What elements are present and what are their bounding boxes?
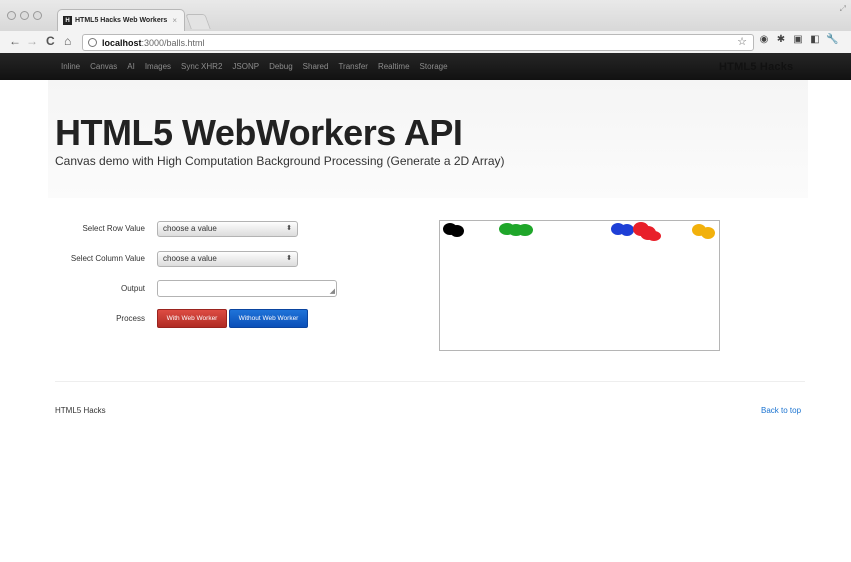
browser-toolbar: ← → C ⌂ localhost:3000/balls.html ☆ ◉ ✱ … [0, 31, 851, 54]
ball-green [499, 223, 533, 236]
favicon-icon: H [63, 16, 72, 25]
url-path: :3000/balls.html [141, 37, 205, 48]
site-navbar: Inline Canvas AI Images Sync XHR2 JSONP … [0, 53, 851, 80]
nav-link-storage[interactable]: Storage [420, 62, 448, 71]
back-icon[interactable]: ← [9, 34, 21, 48]
ball-blue [611, 223, 634, 236]
ball-black [443, 223, 464, 237]
window-controls[interactable] [7, 11, 42, 20]
page-info-icon[interactable] [88, 38, 97, 47]
column-value-label: Select Column Value [70, 254, 145, 263]
balls-canvas[interactable] [439, 220, 720, 351]
page-subtitle: Canvas demo with High Computation Backgr… [55, 154, 505, 168]
url-host: localhost [102, 37, 142, 48]
column-value-select[interactable]: choose a value ⬍ [157, 251, 298, 267]
select-arrows-icon: ⬍ [286, 225, 292, 232]
canvas-drawing [443, 222, 715, 241]
browser-tab[interactable]: H HTML5 Hacks Web Workers × [57, 9, 185, 31]
nav-link-debug[interactable]: Debug [269, 62, 293, 71]
row-value-label: Select Row Value [82, 224, 145, 233]
extension-puzzle-icon[interactable]: ✱ [775, 34, 787, 46]
nav-link-transfer[interactable]: Transfer [338, 62, 368, 71]
ball-yellow [692, 224, 715, 239]
nav-link-canvas[interactable]: Canvas [90, 62, 117, 71]
process-label: Process [116, 314, 145, 323]
nav-link-ai[interactable]: AI [127, 62, 135, 71]
extension-icons: ◉ ✱ ▣ ◧ 🔧 [758, 34, 839, 46]
nav-link-realtime[interactable]: Realtime [378, 62, 410, 71]
nav-link-sync-xhr2[interactable]: Sync XHR2 [181, 62, 222, 71]
tab-close-icon[interactable]: × [172, 16, 177, 25]
page-title: HTML5 WebWorkers API [55, 112, 463, 153]
forward-icon[interactable]: → [26, 34, 38, 48]
address-bar[interactable]: localhost:3000/balls.html ☆ [82, 34, 754, 51]
output-textarea[interactable]: ◢ [157, 280, 337, 297]
fullscreen-icon[interactable]: ⤢ [840, 4, 846, 14]
column-value-selected: choose a value [163, 254, 217, 263]
close-window-button[interactable] [7, 11, 16, 20]
footer-divider [55, 381, 805, 382]
row-value-selected: choose a value [163, 224, 217, 233]
output-label: Output [120, 284, 145, 293]
row-value-select[interactable]: choose a value ⬍ [157, 221, 298, 237]
home-icon[interactable]: ⌂ [64, 34, 71, 48]
with-web-worker-button[interactable]: With Web Worker [157, 309, 227, 328]
extension-lock-icon[interactable]: ▣ [792, 34, 804, 46]
tab-title: HTML5 Hacks Web Workers [75, 17, 168, 24]
nav-link-jsonp[interactable]: JSONP [232, 62, 259, 71]
nav-link-images[interactable]: Images [145, 62, 171, 71]
bookmark-star-icon[interactable]: ☆ [737, 35, 747, 48]
minimize-window-button[interactable] [20, 11, 29, 20]
new-tab-button[interactable] [185, 14, 211, 29]
resize-grip-icon[interactable]: ◢ [330, 288, 335, 296]
without-web-worker-button[interactable]: Without Web Worker [229, 309, 308, 328]
browser-tab-bar: H HTML5 Hacks Web Workers × ⤢ [0, 0, 851, 31]
navbar-brand[interactable]: HTML5 Hacks [719, 61, 793, 73]
wrench-icon[interactable]: 🔧 [826, 34, 838, 46]
ball-red [633, 222, 661, 241]
back-to-top-link[interactable]: Back to top [761, 406, 801, 415]
extension-chrome-icon[interactable]: ◉ [758, 34, 770, 46]
footer-brand: HTML5 Hacks [55, 406, 106, 415]
nav-link-shared[interactable]: Shared [303, 62, 329, 71]
select-arrows-icon: ⬍ [286, 255, 292, 262]
nav-link-inline[interactable]: Inline [61, 62, 80, 71]
maximize-window-button[interactable] [33, 11, 42, 20]
reload-icon[interactable]: C [46, 34, 55, 48]
navbar-links: Inline Canvas AI Images Sync XHR2 JSONP … [61, 53, 448, 80]
extension-screen-icon[interactable]: ◧ [809, 34, 821, 46]
